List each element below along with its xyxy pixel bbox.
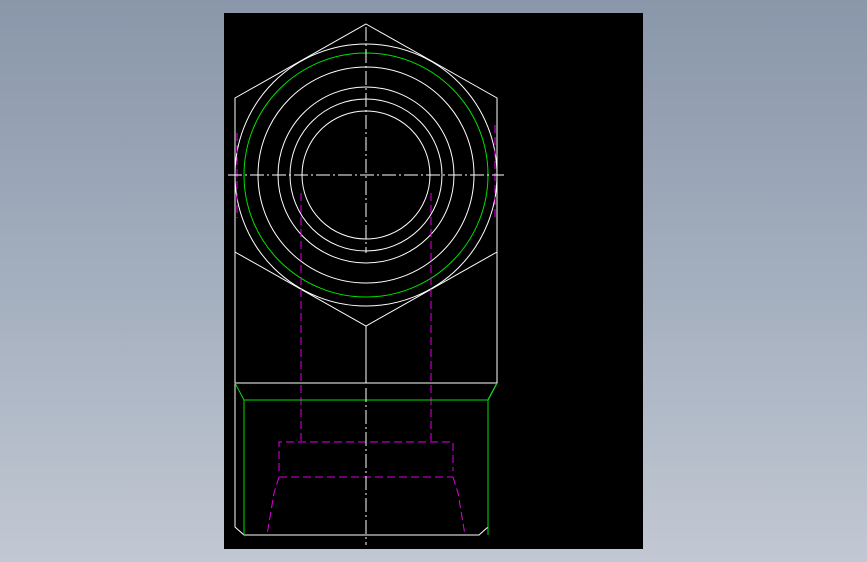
chamfer-right <box>487 382 498 401</box>
top-view <box>228 23 504 327</box>
hidden-taper-right <box>452 476 466 536</box>
cad-drawing-canvas <box>228 23 504 545</box>
hidden-taper-left <box>266 476 280 536</box>
chamfer-left <box>234 382 245 401</box>
cad-viewport[interactable] <box>224 13 643 549</box>
front-view <box>234 382 498 545</box>
